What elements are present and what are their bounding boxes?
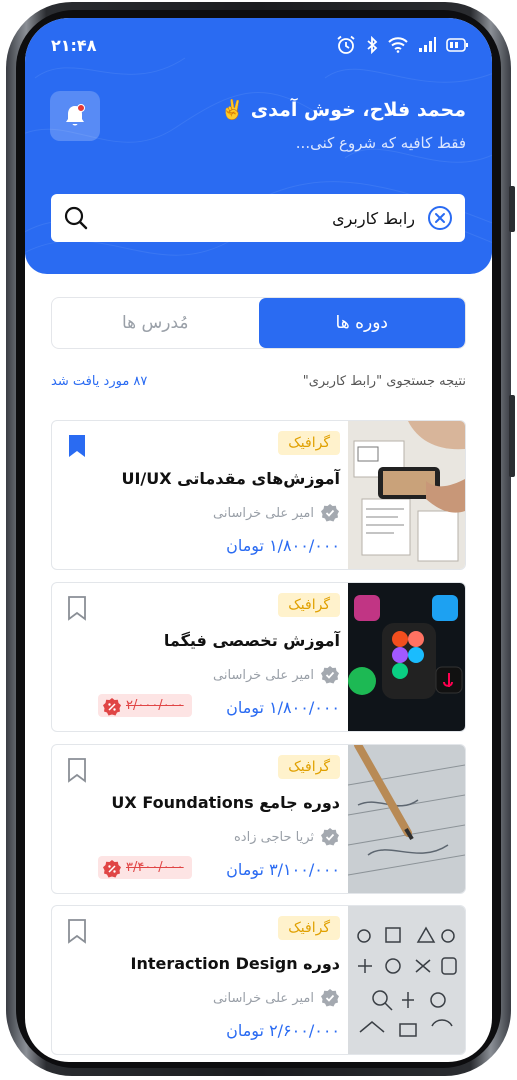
teacher-name: امیر علی خراسانی [213, 990, 314, 1006]
category-tag: گرافیک [278, 593, 340, 617]
result-count: ۸۷ مورد یافت شد [51, 374, 148, 389]
course-thumbnail-apps [348, 583, 465, 731]
signal-icon [418, 37, 436, 53]
result-query-text: نتیجه جستجوی "رابط کاربری" [302, 374, 466, 389]
status-icons [336, 35, 468, 55]
course-teacher: ثریا حاجی زاده [234, 827, 340, 847]
category-tag: گرافیک [278, 431, 340, 455]
status-time: ۲۱:۴۸ [51, 35, 97, 55]
bookmark-icon[interactable] [66, 757, 88, 783]
wifi-icon [388, 37, 408, 53]
course-thumbnail-sketch [348, 421, 465, 569]
clear-search-icon[interactable] [427, 205, 453, 231]
teacher-name: امیر علی خراسانی [213, 667, 314, 683]
tab-courses[interactable]: دوره ها [258, 298, 465, 348]
verified-icon [321, 989, 339, 1007]
course-teacher: امیر علی خراسانی [213, 988, 340, 1008]
status-bar: ۲۱:۴۸ [51, 32, 468, 58]
greeting-subtitle: فقط کافیه که شروع کنی... [295, 134, 466, 152]
course-title: دوره Interaction Design [130, 954, 340, 973]
course-price: ۲/۶۰۰/۰۰۰ تومان [226, 1021, 340, 1040]
app-screen: ۲۱:۴۸ محمد فلاح، خوش آمدی ✌️ فقط کافیه ک… [25, 18, 492, 1062]
header-panel: ۲۱:۴۸ محمد فلاح، خوش آمدی ✌️ فقط کافیه ک… [25, 18, 492, 274]
course-thumbnail-icons [348, 906, 465, 1054]
search-input[interactable] [101, 208, 415, 228]
alarm-icon [336, 35, 356, 55]
notifications-button[interactable] [50, 91, 100, 141]
course-card[interactable]: گرافیک آموزش تخصصی فیگما امیر علی خراسان… [51, 582, 466, 732]
search-icon[interactable] [63, 205, 89, 231]
bluetooth-icon [366, 36, 378, 54]
discount-icon [103, 860, 121, 878]
bookmark-icon[interactable] [66, 918, 88, 944]
course-card[interactable]: گرافیک آموزش‌های مقدماتی UI/UX امیر علی … [51, 420, 466, 570]
search-result-summary: نتیجه جستجوی "رابط کاربری" ۸۷ مورد یافت … [51, 374, 466, 389]
teacher-name: امیر علی خراسانی [213, 505, 314, 521]
content-tabs: دوره ها مُدرس ها [51, 297, 466, 349]
course-title: آموزش تخصصی فیگما [163, 631, 340, 650]
verified-icon [321, 504, 339, 522]
phone-side-button [509, 186, 515, 232]
course-card[interactable]: گرافیک دوره Interaction Design امیر علی … [51, 905, 466, 1055]
course-price: ۱/۸۰۰/۰۰۰ تومان [226, 536, 340, 555]
search-bar [51, 194, 465, 242]
tab-teachers[interactable]: مُدرس ها [52, 298, 259, 348]
bookmark-icon[interactable] [66, 595, 88, 621]
verified-icon [321, 666, 339, 684]
bookmark-filled-icon[interactable] [66, 433, 88, 459]
course-title: آموزش‌های مقدماتی UI/UX [121, 469, 340, 488]
course-card[interactable]: گرافیک دوره جامع UX Foundations ثریا حاج… [51, 744, 466, 894]
discount-icon [103, 698, 121, 716]
course-price: ۳/۱۰۰/۰۰۰ تومان [226, 860, 340, 879]
bell-icon [66, 104, 85, 126]
category-tag: گرافیک [278, 755, 340, 779]
course-price: ۱/۸۰۰/۰۰۰ تومان [226, 698, 340, 717]
phone-volume-button [509, 395, 515, 477]
battery-icon [446, 38, 468, 52]
course-teacher: امیر علی خراسانی [213, 503, 340, 523]
course-teacher: امیر علی خراسانی [213, 665, 340, 685]
course-title: دوره جامع UX Foundations [111, 793, 340, 812]
category-tag: گرافیک [278, 916, 340, 940]
greeting-title: محمد فلاح، خوش آمدی ✌️ [220, 99, 466, 121]
course-thumbnail-pencil [348, 745, 465, 893]
verified-icon [321, 828, 339, 846]
teacher-name: ثریا حاجی زاده [234, 829, 314, 845]
